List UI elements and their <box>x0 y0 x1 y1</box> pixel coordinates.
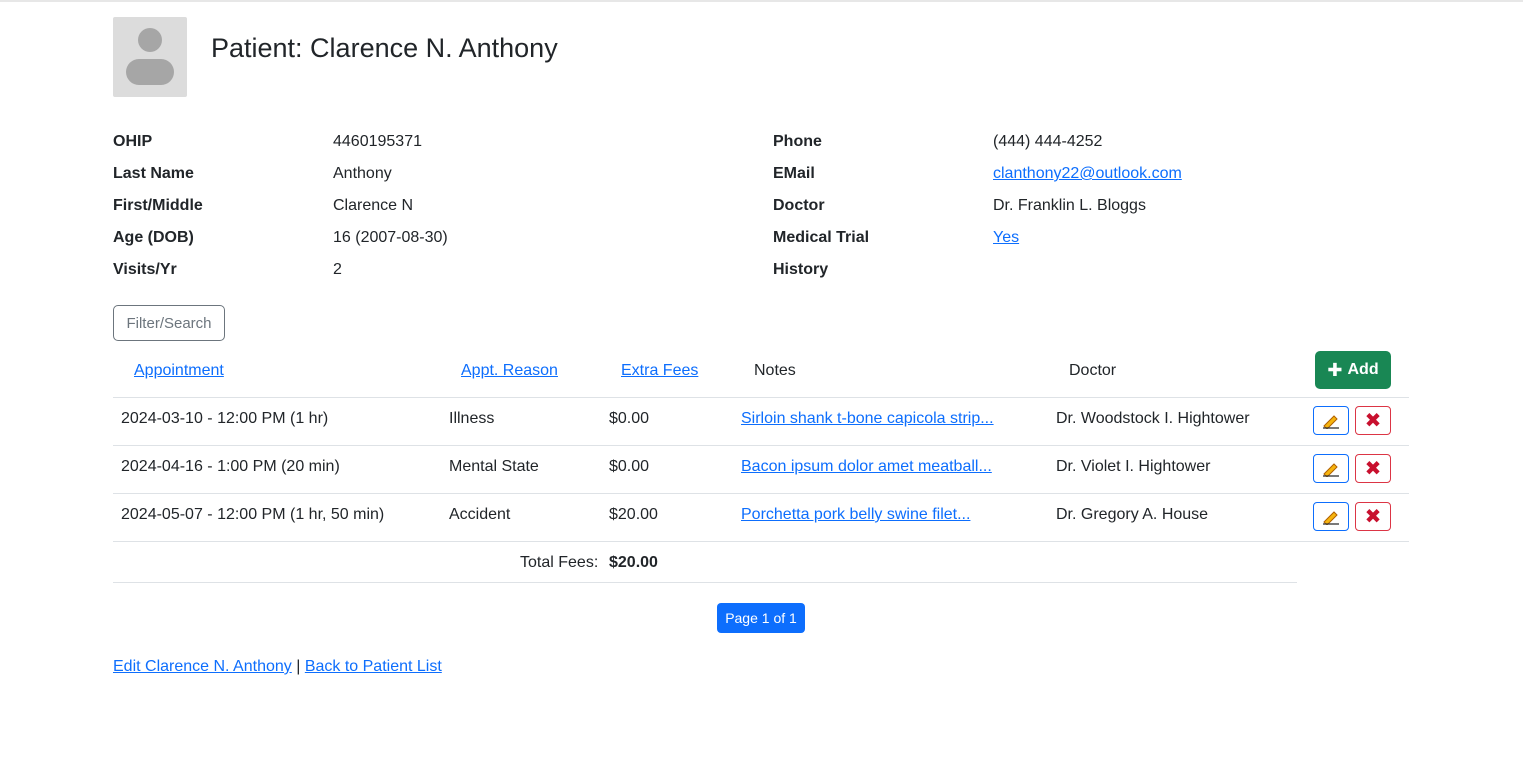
row-notes-link[interactable]: Sirloin shank t-bone capicola strip... <box>741 410 994 428</box>
delete-button[interactable]: ✖ <box>1355 406 1391 435</box>
row-doctor: Dr. Woodstock I. Hightower <box>1056 410 1250 427</box>
label-age-dob: Age (DOB) <box>113 229 194 246</box>
email-link[interactable]: clanthony22@outlook.com <box>993 165 1182 183</box>
row-reason: Illness <box>449 410 495 427</box>
value-visits: 2 <box>333 261 342 278</box>
edit-patient-link[interactable]: Edit Clarence N. Anthony <box>113 658 292 675</box>
top-border <box>0 0 1523 2</box>
label-email: EMail <box>773 165 815 182</box>
pencil-icon <box>1323 462 1339 477</box>
row-notes-link[interactable]: Bacon ipsum dolor amet meatball... <box>741 458 992 476</box>
patient-avatar <box>113 17 187 97</box>
sort-reason-link[interactable]: Appt. Reason <box>461 362 558 380</box>
label-visits: Visits/Yr <box>113 261 177 278</box>
avatar-body-icon <box>126 59 174 85</box>
row-notes-link[interactable]: Porchetta pork belly swine filet... <box>741 506 970 524</box>
edit-button[interactable] <box>1313 406 1349 435</box>
row-divider <box>113 445 1409 446</box>
header-doctor: Doctor <box>1069 362 1117 379</box>
sort-fees-link[interactable]: Extra Fees <box>621 362 698 380</box>
header-notes: Notes <box>754 362 796 379</box>
pagination-button[interactable]: Page 1 of 1 <box>717 603 805 633</box>
footer-links: Edit Clarence N. Anthony | Back to Patie… <box>113 658 442 676</box>
label-last-name: Last Name <box>113 165 194 182</box>
plus-icon: ✚ <box>1327 359 1343 380</box>
filter-search-button[interactable]: Filter/Search <box>113 305 225 341</box>
close-icon: ✖ <box>1364 505 1382 528</box>
label-first-middle: First/Middle <box>113 197 203 214</box>
pencil-icon <box>1323 414 1339 429</box>
avatar-head-icon <box>138 28 162 52</box>
row-fees: $0.00 <box>609 458 650 475</box>
footer-separator: | <box>296 658 301 675</box>
sort-appointment-link[interactable]: Appointment <box>134 362 224 380</box>
total-divider <box>113 582 1297 583</box>
row-reason: Mental State <box>449 458 539 475</box>
row-appointment: 2024-04-16 - 1:00 PM (20 min) <box>121 458 340 475</box>
label-history: History <box>773 261 829 278</box>
row-fees: $0.00 <box>609 410 650 427</box>
row-divider <box>113 493 1409 494</box>
pencil-icon <box>1323 510 1339 525</box>
medical-trial-link[interactable]: Yes <box>993 229 1019 247</box>
row-divider <box>113 541 1409 542</box>
label-phone: Phone <box>773 133 822 150</box>
row-doctor: Dr. Violet I. Hightower <box>1056 458 1211 475</box>
value-ohip: 4460195371 <box>333 133 422 150</box>
value-doctor: Dr. Franklin L. Bloggs <box>993 197 1146 214</box>
edit-button[interactable] <box>1313 502 1349 531</box>
total-fees-label: Total Fees: <box>520 554 599 571</box>
back-to-list-link[interactable]: Back to Patient List <box>305 658 442 675</box>
close-icon: ✖ <box>1364 409 1382 432</box>
row-appointment: 2024-03-10 - 12:00 PM (1 hr) <box>121 410 329 427</box>
label-doctor: Doctor <box>773 197 825 214</box>
label-medical-trial: Medical Trial <box>773 229 870 246</box>
row-doctor: Dr. Gregory A. House <box>1056 506 1209 523</box>
row-appointment: 2024-05-07 - 12:00 PM (1 hr, 50 min) <box>121 506 385 523</box>
close-icon: ✖ <box>1364 457 1382 480</box>
row-reason: Accident <box>449 506 511 523</box>
value-phone: (444) 444-4252 <box>993 133 1103 150</box>
edit-button[interactable] <box>1313 454 1349 483</box>
label-ohip: OHIP <box>113 133 153 150</box>
delete-button[interactable]: ✖ <box>1355 454 1391 483</box>
add-appointment-button[interactable]: ✚ Add <box>1315 351 1391 389</box>
total-fees-value: $20.00 <box>609 554 658 571</box>
row-fees: $20.00 <box>609 506 658 523</box>
table-divider <box>113 397 1409 398</box>
add-label: Add <box>1347 361 1379 378</box>
delete-button[interactable]: ✖ <box>1355 502 1391 531</box>
value-last-name: Anthony <box>333 165 392 182</box>
value-age-dob: 16 (2007-08-30) <box>333 229 448 246</box>
value-first-middle: Clarence N <box>333 197 414 214</box>
page-title: Patient: Clarence N. Anthony <box>211 33 558 63</box>
